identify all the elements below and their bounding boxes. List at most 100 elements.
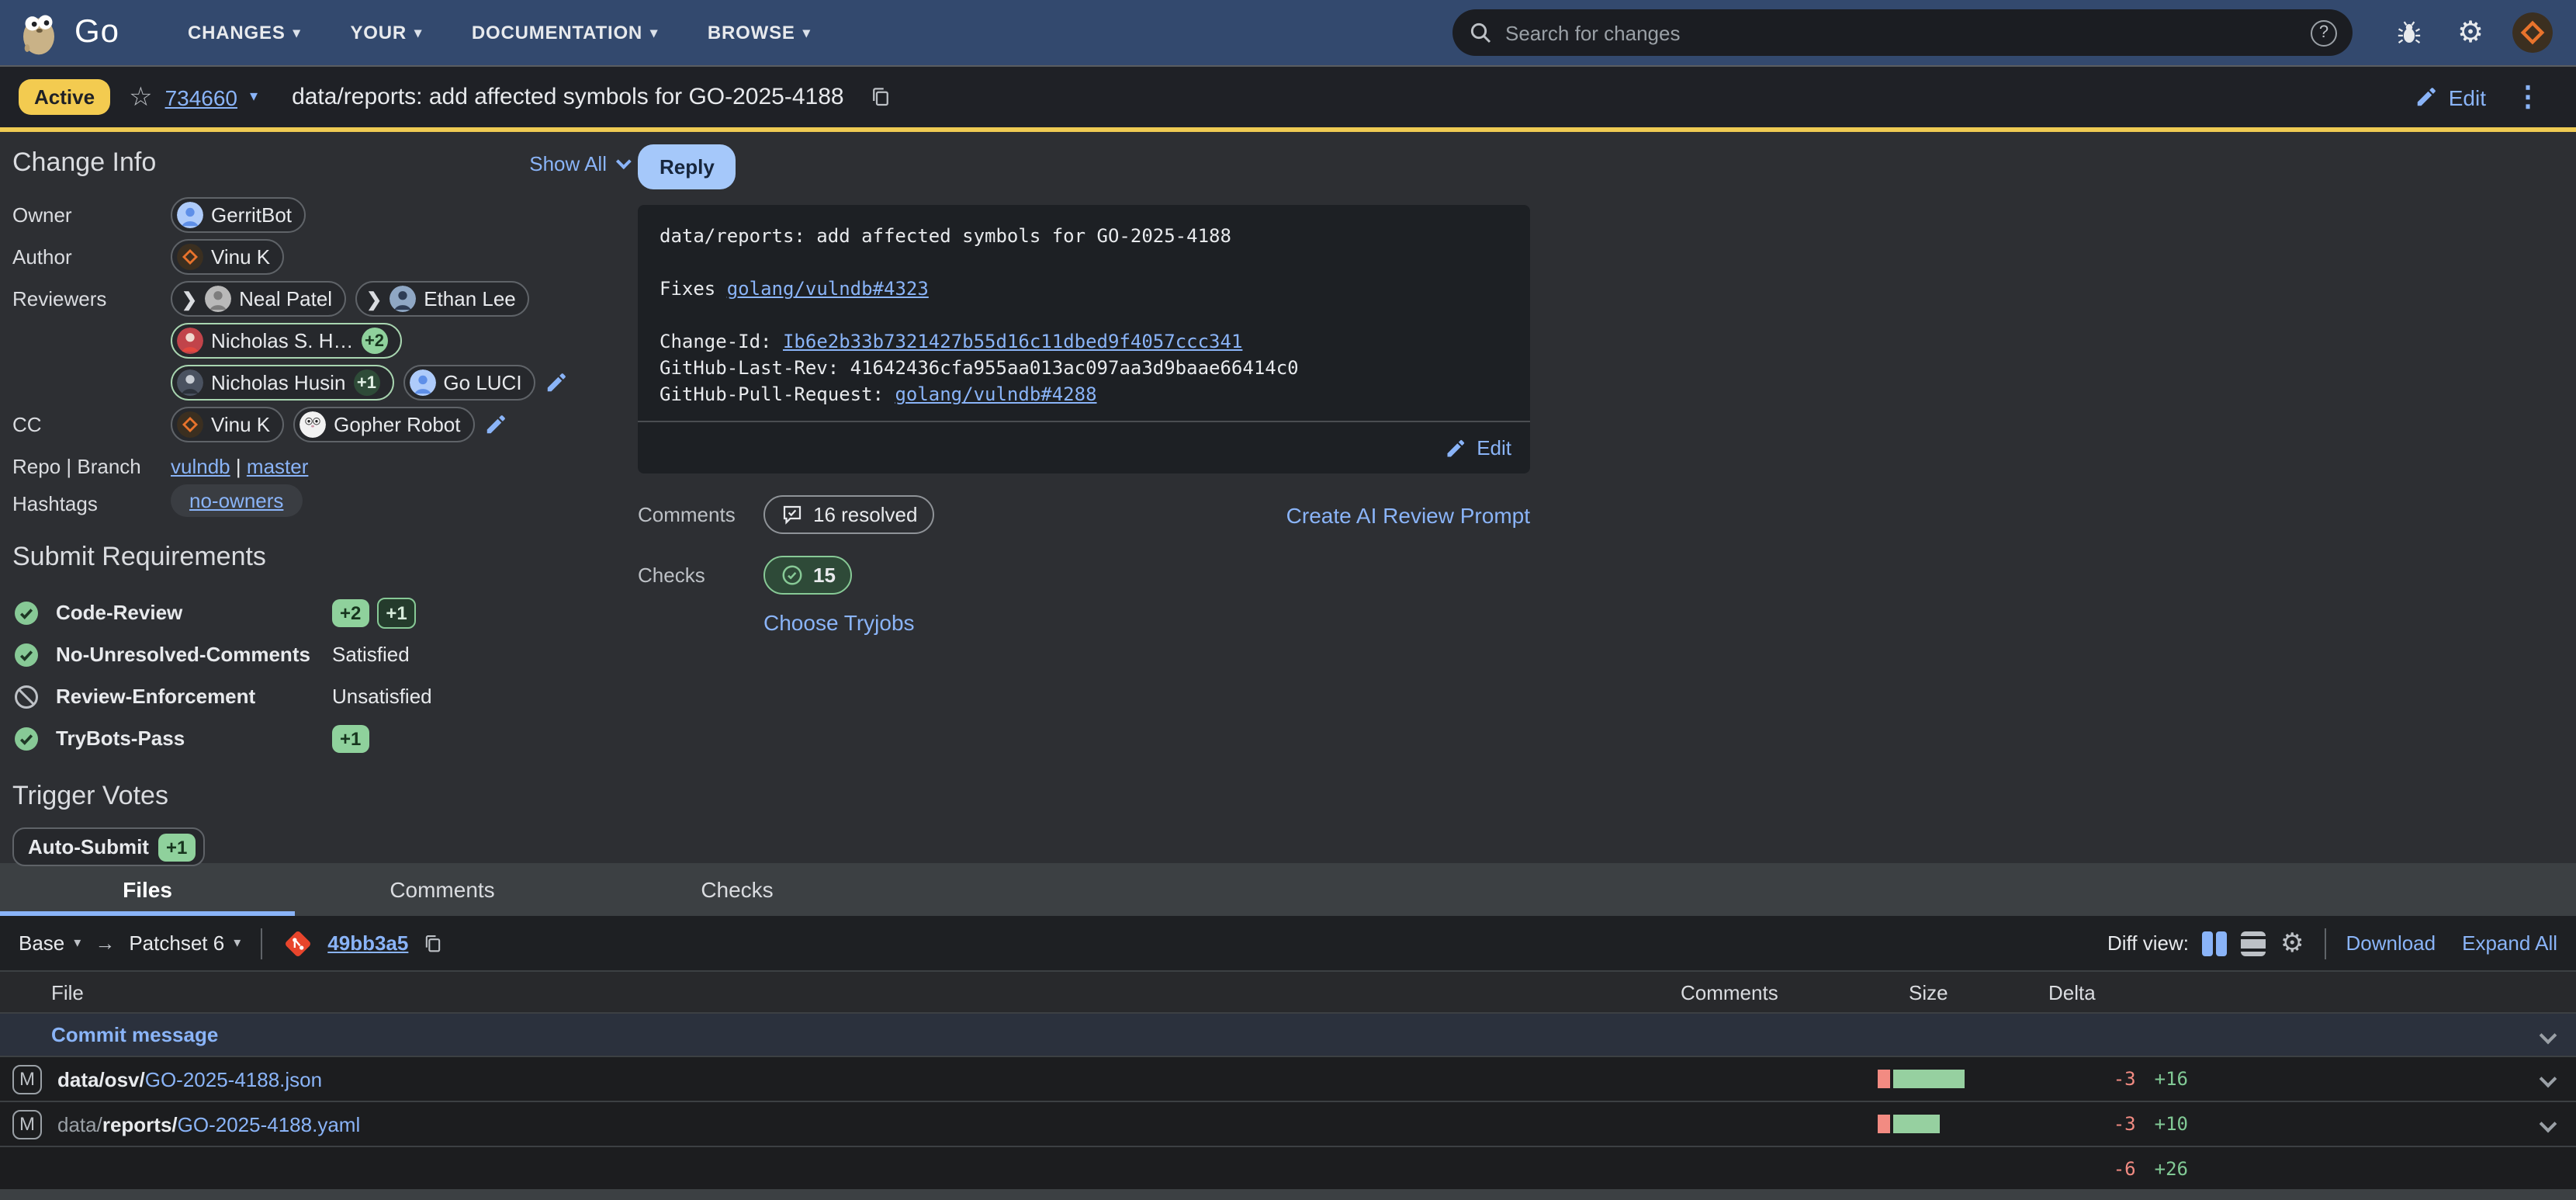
file-list: File Comments Size Delta Commit message … bbox=[0, 970, 2576, 1200]
expand-row-icon[interactable] bbox=[2540, 1026, 2557, 1044]
patchset-select[interactable]: Patchset 6 ▾ bbox=[129, 931, 241, 955]
edit-commit-message-label: Edit bbox=[1477, 436, 1511, 460]
tab-checks[interactable]: Checks bbox=[590, 863, 885, 916]
requirement-row[interactable]: Review-Enforcement Unsatisfied bbox=[12, 675, 627, 717]
show-all-button[interactable]: Show All bbox=[529, 151, 627, 175]
divider bbox=[261, 928, 262, 959]
nav-menu-documentation[interactable]: DOCUMENTATION ▾ bbox=[450, 0, 680, 65]
reviewer-chip[interactable]: Go LUCI bbox=[403, 365, 535, 401]
check-circle-icon bbox=[12, 724, 40, 752]
column-delta: Delta bbox=[2048, 980, 2188, 1004]
diamond-avatar bbox=[177, 244, 203, 270]
hashtag-link[interactable]: no-owners bbox=[189, 489, 283, 512]
commit-message-row[interactable]: Commit message bbox=[0, 1014, 2576, 1057]
reviewer-chip[interactable]: Nicholas S. H… +2 bbox=[171, 323, 402, 359]
vote-badge: +1 bbox=[158, 833, 195, 861]
expand-all-link[interactable]: Expand All bbox=[2462, 931, 2557, 955]
create-ai-review-prompt-link[interactable]: Create AI Review Prompt bbox=[1286, 502, 1530, 527]
lines-deleted: -3 bbox=[2114, 1068, 2136, 1090]
requirement-name: TryBots-Pass bbox=[56, 727, 317, 750]
resolved-comments-chip[interactable]: 16 resolved bbox=[763, 495, 934, 534]
author-chip[interactable]: Vinu K bbox=[171, 239, 284, 275]
file-row[interactable]: M data/osv/GO-2025-4188.json -3 +16 bbox=[0, 1057, 2576, 1102]
trigger-vote-chip[interactable]: Auto-Submit +1 bbox=[12, 827, 204, 866]
expand-row-icon[interactable] bbox=[2540, 1070, 2557, 1088]
edit-cc-button[interactable] bbox=[484, 413, 507, 436]
reviewer-chip[interactable]: ❯ Ethan Lee bbox=[355, 281, 530, 317]
repo-link[interactable]: vulndb bbox=[171, 455, 230, 478]
file-row[interactable]: M data/reports/GO-2025-4188.yaml -3 +10 bbox=[0, 1102, 2576, 1147]
settings-button[interactable]: ⚙ bbox=[2443, 15, 2498, 50]
copy-title-button[interactable] bbox=[869, 85, 892, 109]
tab-comments[interactable]: Comments bbox=[295, 863, 590, 916]
side-by-side-view-button[interactable] bbox=[2203, 931, 2228, 955]
requirement-row[interactable]: No-Unresolved-Comments Satisfied bbox=[12, 633, 627, 675]
chevron-down-icon: ▾ bbox=[803, 24, 811, 41]
edit-change-button[interactable]: Edit bbox=[2415, 85, 2486, 109]
photo-avatar bbox=[390, 286, 416, 312]
tab-files[interactable]: Files bbox=[0, 863, 295, 916]
page: Go CHANGES ▾ YOUR ▾ DOCUMENTATION ▾ BROW… bbox=[0, 0, 2576, 1200]
requirement-row[interactable]: Code-Review +2 +1 bbox=[12, 591, 627, 633]
expand-row-icon[interactable] bbox=[2540, 1115, 2557, 1133]
change-view-content: Change Info Show All Owner GerritBot bbox=[0, 132, 2576, 863]
hashtag-chip[interactable]: no-owners bbox=[171, 484, 302, 517]
reply-button[interactable]: Reply bbox=[638, 144, 736, 189]
download-link[interactable]: Download bbox=[2346, 931, 2436, 955]
diff-preferences-button[interactable]: ⚙ bbox=[2280, 928, 2304, 959]
person-avatar bbox=[177, 202, 203, 228]
search-icon bbox=[1468, 20, 1493, 45]
chevron-down-icon[interactable]: ▾ bbox=[250, 88, 258, 106]
owner-chip[interactable]: GerritBot bbox=[171, 197, 306, 233]
change-id-link[interactable]: Ib6e2b33b7321427b55d16c11dbed9f4057ccc34… bbox=[783, 331, 1242, 352]
file-path-link[interactable]: data/reports/GO-2025-4188.yaml bbox=[57, 1112, 360, 1136]
report-bug-button[interactable] bbox=[2380, 19, 2436, 46]
reviewer-chip[interactable]: ❯ Neal Patel bbox=[171, 281, 346, 317]
file-path-link[interactable]: data/osv/GO-2025-4188.json bbox=[57, 1067, 322, 1091]
cc-chip[interactable]: Gopher Robot bbox=[293, 407, 474, 442]
branch-link[interactable]: master bbox=[247, 455, 308, 478]
comments-summary-row: Comments 16 resolved Create AI Review Pr… bbox=[638, 495, 1530, 534]
nav-menu-your[interactable]: YOUR ▾ bbox=[329, 0, 444, 65]
more-options-button[interactable]: ⋮ bbox=[2498, 81, 2557, 113]
search-help-icon[interactable]: ? bbox=[2311, 19, 2337, 46]
pull-request-link[interactable]: golang/vulndb#4288 bbox=[895, 383, 1096, 405]
repo-branch-label: Repo | Branch bbox=[12, 449, 171, 478]
search-input[interactable] bbox=[1505, 21, 2298, 44]
unified-view-button[interactable] bbox=[2242, 931, 2266, 955]
commit-message-link[interactable]: Commit message bbox=[51, 1023, 218, 1046]
brand[interactable]: Go bbox=[16, 9, 119, 56]
search-box[interactable]: ? bbox=[1452, 9, 2353, 56]
status-badge: Active bbox=[19, 79, 110, 115]
comments-label: Comments bbox=[638, 503, 763, 526]
change-number-link[interactable]: 734660 bbox=[165, 85, 237, 109]
base-patchset-select[interactable]: Base ▾ bbox=[19, 931, 81, 955]
nav-menu-changes-label: CHANGES bbox=[188, 22, 286, 43]
requirement-name: No-Unresolved-Comments bbox=[56, 643, 317, 666]
nav-menu-browse[interactable]: BROWSE ▾ bbox=[686, 0, 833, 65]
patchset-label: Patchset 6 bbox=[129, 931, 224, 955]
owner-row: Owner GerritBot bbox=[12, 197, 627, 233]
side-by-side-icon bbox=[2203, 931, 2214, 955]
account-menu[interactable] bbox=[2505, 12, 2560, 53]
copy-sha-button[interactable] bbox=[422, 932, 444, 954]
reviewer-chip[interactable]: Nicholas Husin +1 bbox=[171, 365, 393, 401]
hashtags-row: Hashtags no-owners bbox=[12, 484, 627, 517]
attention-set-icon: ❯ bbox=[366, 288, 382, 310]
edit-commit-message-button[interactable]: Edit bbox=[1444, 436, 1511, 460]
last-rev-label: GitHub-Last-Rev: bbox=[660, 357, 850, 379]
star-icon[interactable]: ☆ bbox=[129, 82, 153, 113]
chevron-down-icon: ▾ bbox=[293, 24, 301, 41]
pull-request-label: GitHub-Pull-Request: bbox=[660, 383, 895, 405]
check-circle-outline-icon bbox=[781, 564, 804, 587]
choose-tryjobs-link[interactable]: Choose Tryjobs bbox=[763, 610, 915, 635]
base-label: Base bbox=[19, 931, 64, 955]
nav-menu-changes[interactable]: CHANGES ▾ bbox=[166, 0, 322, 65]
cc-chip[interactable]: Vinu K bbox=[171, 407, 284, 442]
checks-passed-chip[interactable]: 15 bbox=[763, 556, 853, 595]
account-avatar bbox=[2512, 12, 2553, 53]
edit-reviewers-button[interactable] bbox=[545, 371, 569, 394]
fixes-link[interactable]: golang/vulndb#4323 bbox=[727, 278, 929, 300]
commit-sha-link[interactable]: 49bb3a5 bbox=[327, 931, 408, 955]
requirement-row[interactable]: TryBots-Pass +1 bbox=[12, 717, 627, 759]
